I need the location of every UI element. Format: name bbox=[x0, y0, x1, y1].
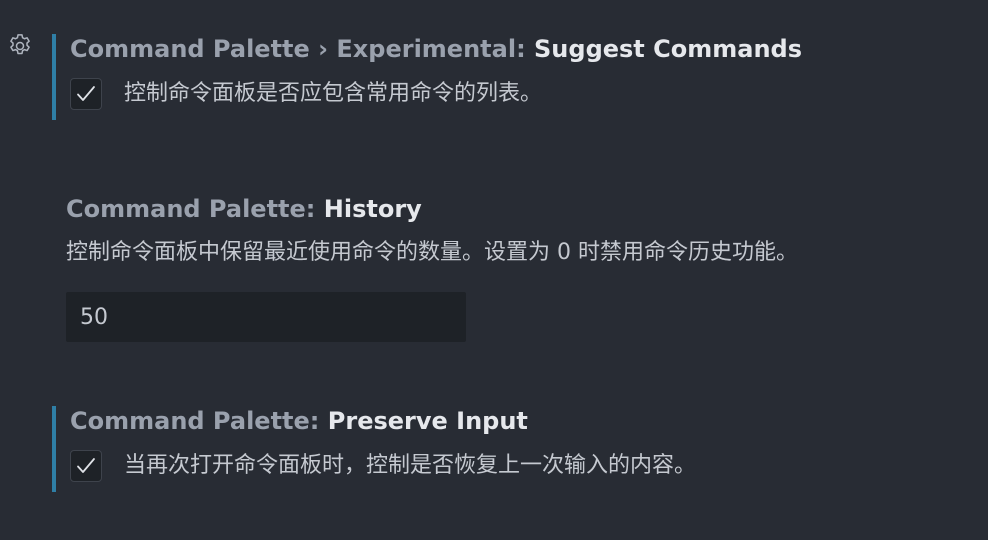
setting-name: Preserve Input bbox=[327, 407, 528, 435]
setting-category: Command Palette: bbox=[66, 195, 324, 223]
setting-category: Command Palette › Experimental: bbox=[70, 35, 535, 63]
setting-title: Command Palette › Experimental: Suggest … bbox=[70, 34, 976, 64]
setting-preserve-input: Command Palette: Preserve Input 当再次打开命令面… bbox=[52, 406, 976, 492]
setting-name: Suggest Commands bbox=[534, 35, 802, 63]
setting-description: 控制命令面板是否应包含常用命令的列表。 bbox=[124, 81, 543, 106]
setting-title: Command Palette: Preserve Input bbox=[70, 406, 976, 436]
settings-editor: Command Palette › Experimental: Suggest … bbox=[0, 0, 988, 540]
setting-title: Command Palette: History bbox=[66, 194, 972, 224]
checkmark-icon bbox=[77, 458, 95, 473]
setting-suggest-commands: Command Palette › Experimental: Suggest … bbox=[52, 34, 976, 120]
preserve-input-checkbox[interactable] bbox=[70, 450, 102, 482]
checkmark-icon bbox=[77, 86, 95, 101]
setting-description: 控制命令面板中保留最近使用命令的数量。设置为 0 时禁用命令历史功能。 bbox=[66, 240, 798, 265]
setting-name: History bbox=[323, 195, 422, 223]
setting-category: Command Palette: bbox=[70, 407, 328, 435]
setting-description: 当再次打开命令面板时，控制是否恢复上一次输入的内容。 bbox=[124, 453, 697, 478]
gear-icon[interactable] bbox=[6, 32, 34, 60]
suggest-commands-checkbox[interactable] bbox=[70, 78, 102, 110]
history-number-input[interactable] bbox=[66, 292, 466, 342]
setting-history: Command Palette: History 控制命令面板中保留最近使用命令… bbox=[52, 194, 972, 342]
